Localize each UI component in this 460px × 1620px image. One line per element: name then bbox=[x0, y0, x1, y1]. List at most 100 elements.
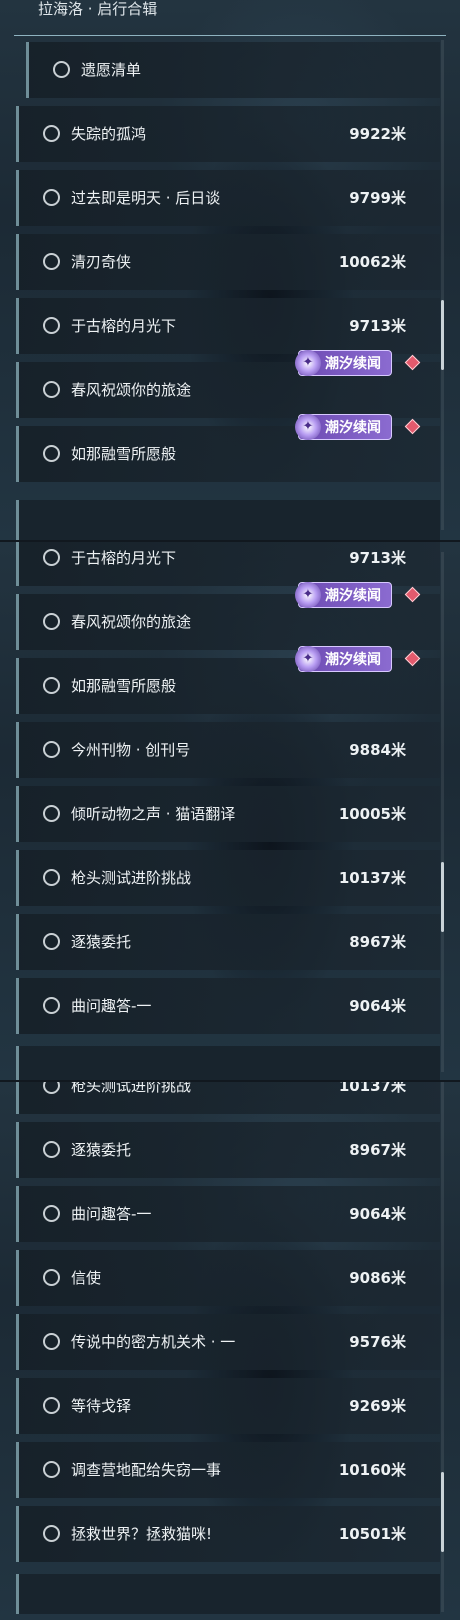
quest-row[interactable]: 于古榕的月光下 9713米 bbox=[16, 298, 440, 354]
quest-distance: 10160米 bbox=[338, 1461, 406, 1479]
quest-row[interactable]: 传说中的密方机关术 · 一 9576米 bbox=[16, 1314, 440, 1370]
radio-circle-icon bbox=[43, 253, 60, 270]
scrollbar-thumb[interactable] bbox=[441, 1472, 444, 1552]
quest-row[interactable]: 逐猿委托 8967米 bbox=[16, 914, 440, 970]
quest-row[interactable]: 等待戈铎 9269米 bbox=[16, 1378, 440, 1434]
header-bar: 拉海洛 · 启行合辑 bbox=[14, 0, 446, 36]
quest-name: 于古榕的月光下 bbox=[71, 317, 177, 335]
radio-circle-icon bbox=[43, 445, 60, 462]
quest-row[interactable]: 春风祝颂你的旅途 ✦ 潮汐续闻 bbox=[16, 582, 440, 650]
quest-row[interactable]: 拯救世界？拯救猫咪! 10501米 bbox=[16, 1506, 440, 1562]
quest-name: 春风祝颂你的旅途 bbox=[71, 381, 192, 399]
tidal-tales-badge: ✦ 潮汐续闻 bbox=[295, 582, 392, 608]
quest-name: 逐猿委托 bbox=[71, 933, 132, 951]
quest-row[interactable]: 枪头测试进阶挑战 10137米 bbox=[16, 1080, 440, 1114]
quest-list-panel-3: 枪头测试进阶挑战 10137米 逐猿委托 8967米 曲问趣答-一 9064米 … bbox=[0, 1080, 460, 1620]
page-title: 拉海洛 · 启行合辑 bbox=[38, 0, 158, 18]
radio-circle-icon bbox=[43, 805, 60, 822]
quest-name: 曲问趣答-一 bbox=[71, 1205, 152, 1223]
wish-list-item[interactable]: 遗愿清单 bbox=[26, 42, 440, 98]
quest-row[interactable]: 曲问趣答-一 9064米 bbox=[16, 978, 440, 1034]
quest-row-partial[interactable] bbox=[16, 500, 440, 540]
quest-name: 于古榕的月光下 bbox=[71, 549, 177, 567]
quest-list-panel-1: 拉海洛 · 启行合辑 遗愿清单 失踪的孤鸿 9922米 过去即是明天 · 后日谈… bbox=[0, 0, 460, 540]
radio-circle-icon bbox=[43, 869, 60, 886]
quest-list-panel-2: 于古榕的月光下 9713米 春风祝颂你的旅途 ✦ 潮汐续闻 如那融雪所愿般 ✦ … bbox=[0, 540, 460, 1080]
quest-row[interactable]: 如那融雪所愿般 ✦ 潮汐续闻 bbox=[16, 414, 440, 482]
quest-row[interactable]: 今州刊物 · 创刊号 9884米 bbox=[16, 722, 440, 778]
diamond-marker-icon bbox=[404, 354, 421, 371]
quest-distance: 10137米 bbox=[338, 1080, 406, 1095]
diamond-marker-icon bbox=[404, 586, 421, 603]
quest-name: 如那融雪所愿般 bbox=[71, 445, 177, 463]
quest-distance: 9713米 bbox=[349, 317, 406, 335]
scrollbar-track[interactable] bbox=[441, 40, 444, 530]
scrollbar-track[interactable] bbox=[441, 552, 444, 1072]
radio-circle-icon bbox=[43, 125, 60, 142]
quest-distance: 10062米 bbox=[338, 253, 406, 271]
quest-row[interactable]: 如那融雪所愿般 ✦ 潮汐续闻 bbox=[16, 646, 440, 714]
quest-row[interactable]: 春风祝颂你的旅途 ✦ 潮汐续闻 bbox=[16, 350, 440, 418]
quest-row[interactable]: 倾听动物之声 · 猫语翻译 10005米 bbox=[16, 786, 440, 842]
quest-row-partial[interactable] bbox=[16, 1046, 440, 1080]
quest-row[interactable]: 过去即是明天 · 后日谈 9799米 bbox=[16, 170, 440, 226]
radio-circle-icon bbox=[43, 317, 60, 334]
quest-name: 清刃奇侠 bbox=[71, 253, 132, 271]
tidal-tales-badge: ✦ 潮汐续闻 bbox=[295, 414, 392, 440]
scrollbar-thumb[interactable] bbox=[441, 862, 444, 932]
quest-name: 调查营地配给失窃一事 bbox=[71, 1461, 222, 1479]
quest-row[interactable]: 失踪的孤鸿 9922米 bbox=[16, 106, 440, 162]
diamond-marker-icon bbox=[404, 650, 421, 667]
quest-name: 拯救世界？拯救猫咪! bbox=[71, 1525, 213, 1543]
quest-name: 枪头测试进阶挑战 bbox=[71, 869, 192, 887]
radio-circle-icon bbox=[43, 189, 60, 206]
radio-circle-icon bbox=[53, 61, 70, 78]
quest-name: 逐猿委托 bbox=[71, 1141, 132, 1159]
quest-distance: 9064米 bbox=[349, 997, 406, 1015]
badge-label: 潮汐续闻 bbox=[325, 420, 381, 436]
radio-circle-icon bbox=[43, 741, 60, 758]
quest-name: 遗愿清单 bbox=[81, 61, 142, 79]
quest-distance: 10005米 bbox=[338, 805, 406, 823]
quest-name: 倾听动物之声 · 猫语翻译 bbox=[71, 805, 236, 823]
radio-circle-icon bbox=[43, 549, 60, 566]
radio-circle-icon bbox=[43, 1461, 60, 1478]
quest-name: 信使 bbox=[71, 1269, 102, 1287]
quest-row[interactable]: 逐猿委托 8967米 bbox=[16, 1122, 440, 1178]
quest-row[interactable]: 清刃奇侠 10062米 bbox=[16, 234, 440, 290]
radio-circle-icon bbox=[43, 1333, 60, 1350]
radio-circle-icon bbox=[43, 613, 60, 630]
radio-circle-icon bbox=[43, 1082, 60, 1094]
quest-name: 今州刊物 · 创刊号 bbox=[71, 741, 191, 759]
quest-row[interactable]: 于古榕的月光下 9713米 bbox=[16, 542, 440, 586]
radio-circle-icon bbox=[43, 1141, 60, 1158]
quest-distance: 9576米 bbox=[349, 1333, 406, 1351]
quest-row[interactable]: 调查营地配给失窃一事 10160米 bbox=[16, 1442, 440, 1498]
quest-row[interactable]: 曲问趣答-一 9064米 bbox=[16, 1186, 440, 1242]
quest-row[interactable]: 枪头测试进阶挑战 10137米 bbox=[16, 850, 440, 906]
radio-circle-icon bbox=[43, 997, 60, 1014]
quest-row[interactable]: 信使 9086米 bbox=[16, 1250, 440, 1306]
tidal-tales-badge: ✦ 潮汐续闻 bbox=[295, 350, 392, 376]
quest-distance: 10137米 bbox=[338, 869, 406, 887]
quest-row-partial[interactable] bbox=[16, 1574, 440, 1614]
quest-type-icon: ✦ bbox=[295, 646, 321, 672]
radio-circle-icon bbox=[43, 1397, 60, 1414]
radio-circle-icon bbox=[43, 1269, 60, 1286]
quest-name: 枪头测试进阶挑战 bbox=[71, 1080, 192, 1095]
diamond-marker-icon bbox=[404, 418, 421, 435]
radio-circle-icon bbox=[43, 677, 60, 694]
radio-circle-icon bbox=[43, 933, 60, 950]
quest-distance: 9269米 bbox=[349, 1397, 406, 1415]
scrollbar-thumb[interactable] bbox=[441, 300, 444, 370]
quest-name: 过去即是明天 · 后日谈 bbox=[71, 189, 221, 207]
quest-name: 春风祝颂你的旅途 bbox=[71, 613, 192, 631]
quest-type-icon: ✦ bbox=[295, 350, 321, 376]
quest-distance: 9922米 bbox=[349, 125, 406, 143]
quest-distance: 9064米 bbox=[349, 1205, 406, 1223]
quest-distance: 9799米 bbox=[349, 189, 406, 207]
quest-distance: 9884米 bbox=[349, 741, 406, 759]
quest-distance: 10501米 bbox=[338, 1525, 406, 1543]
badge-label: 潮汐续闻 bbox=[325, 356, 381, 372]
tidal-tales-badge: ✦ 潮汐续闻 bbox=[295, 646, 392, 672]
